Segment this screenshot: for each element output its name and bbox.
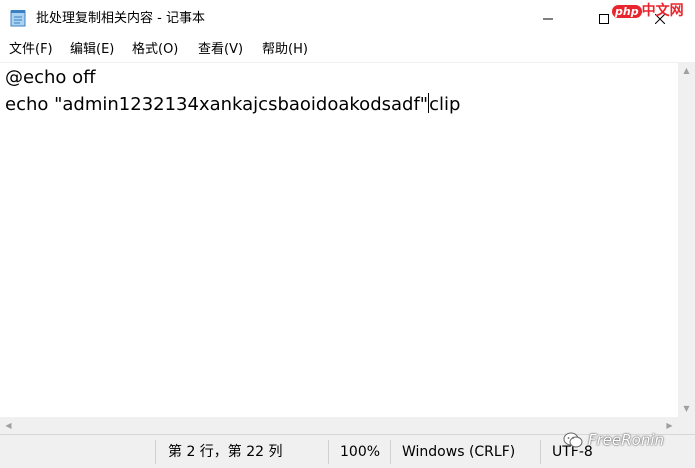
status-bar: 第 2 行，第 22 列 100% Windows (CRLF) UTF-8 [0, 434, 695, 468]
maximize-button[interactable] [581, 0, 627, 38]
cursor-position: 第 2 行，第 22 列 [168, 444, 283, 460]
minimize-icon [543, 18, 553, 20]
window-title: 批处理复制相关内容 - 记事本 [36, 11, 205, 26]
line-ending: Windows (CRLF) [402, 444, 516, 460]
menu-file[interactable]: 文件(F) [9, 41, 53, 59]
scrollbar-corner [678, 417, 695, 434]
notepad-icon [10, 10, 26, 27]
scroll-down-arrow-icon[interactable]: ▼ [678, 400, 695, 417]
menu-view[interactable]: 查看(V) [198, 41, 243, 59]
status-separator [155, 440, 156, 464]
menu-edit[interactable]: 编辑(E) [70, 41, 114, 59]
scroll-up-arrow-icon[interactable]: ▲ [678, 62, 695, 79]
status-separator [328, 440, 329, 464]
encoding: UTF-8 [552, 444, 593, 460]
minimize-button[interactable] [525, 0, 571, 38]
vertical-scrollbar[interactable]: ▲ ▼ [678, 62, 695, 417]
editor-line-1: @echo off [5, 67, 96, 88]
horizontal-scrollbar[interactable]: ◀ ▶ [0, 417, 678, 434]
editor-line-2-tail: clip [429, 94, 461, 115]
text-editor[interactable]: @echo off echo "admin1232134xankajcsbaoi… [0, 62, 678, 417]
menu-bar: 文件(F) 编辑(E) 格式(O) 查看(V) 帮助(H) [0, 38, 695, 62]
menu-help[interactable]: 帮助(H) [262, 41, 308, 59]
scroll-left-arrow-icon[interactable]: ◀ [0, 417, 17, 434]
editor-line-2-text: echo "admin1232134xankajcsbaoidoakodsadf… [5, 94, 429, 115]
close-button[interactable] [637, 0, 683, 38]
scroll-right-arrow-icon[interactable]: ▶ [661, 417, 678, 434]
maximize-icon [599, 14, 609, 24]
zoom-level: 100% [340, 444, 381, 460]
status-separator [390, 440, 391, 464]
editor-line-2: echo "admin1232134xankajcsbaoidoakodsadf… [5, 92, 460, 118]
title-bar: 批处理复制相关内容 - 记事本 [0, 0, 695, 38]
menu-format[interactable]: 格式(O) [132, 41, 178, 59]
status-separator [540, 440, 541, 464]
close-icon [655, 14, 665, 24]
